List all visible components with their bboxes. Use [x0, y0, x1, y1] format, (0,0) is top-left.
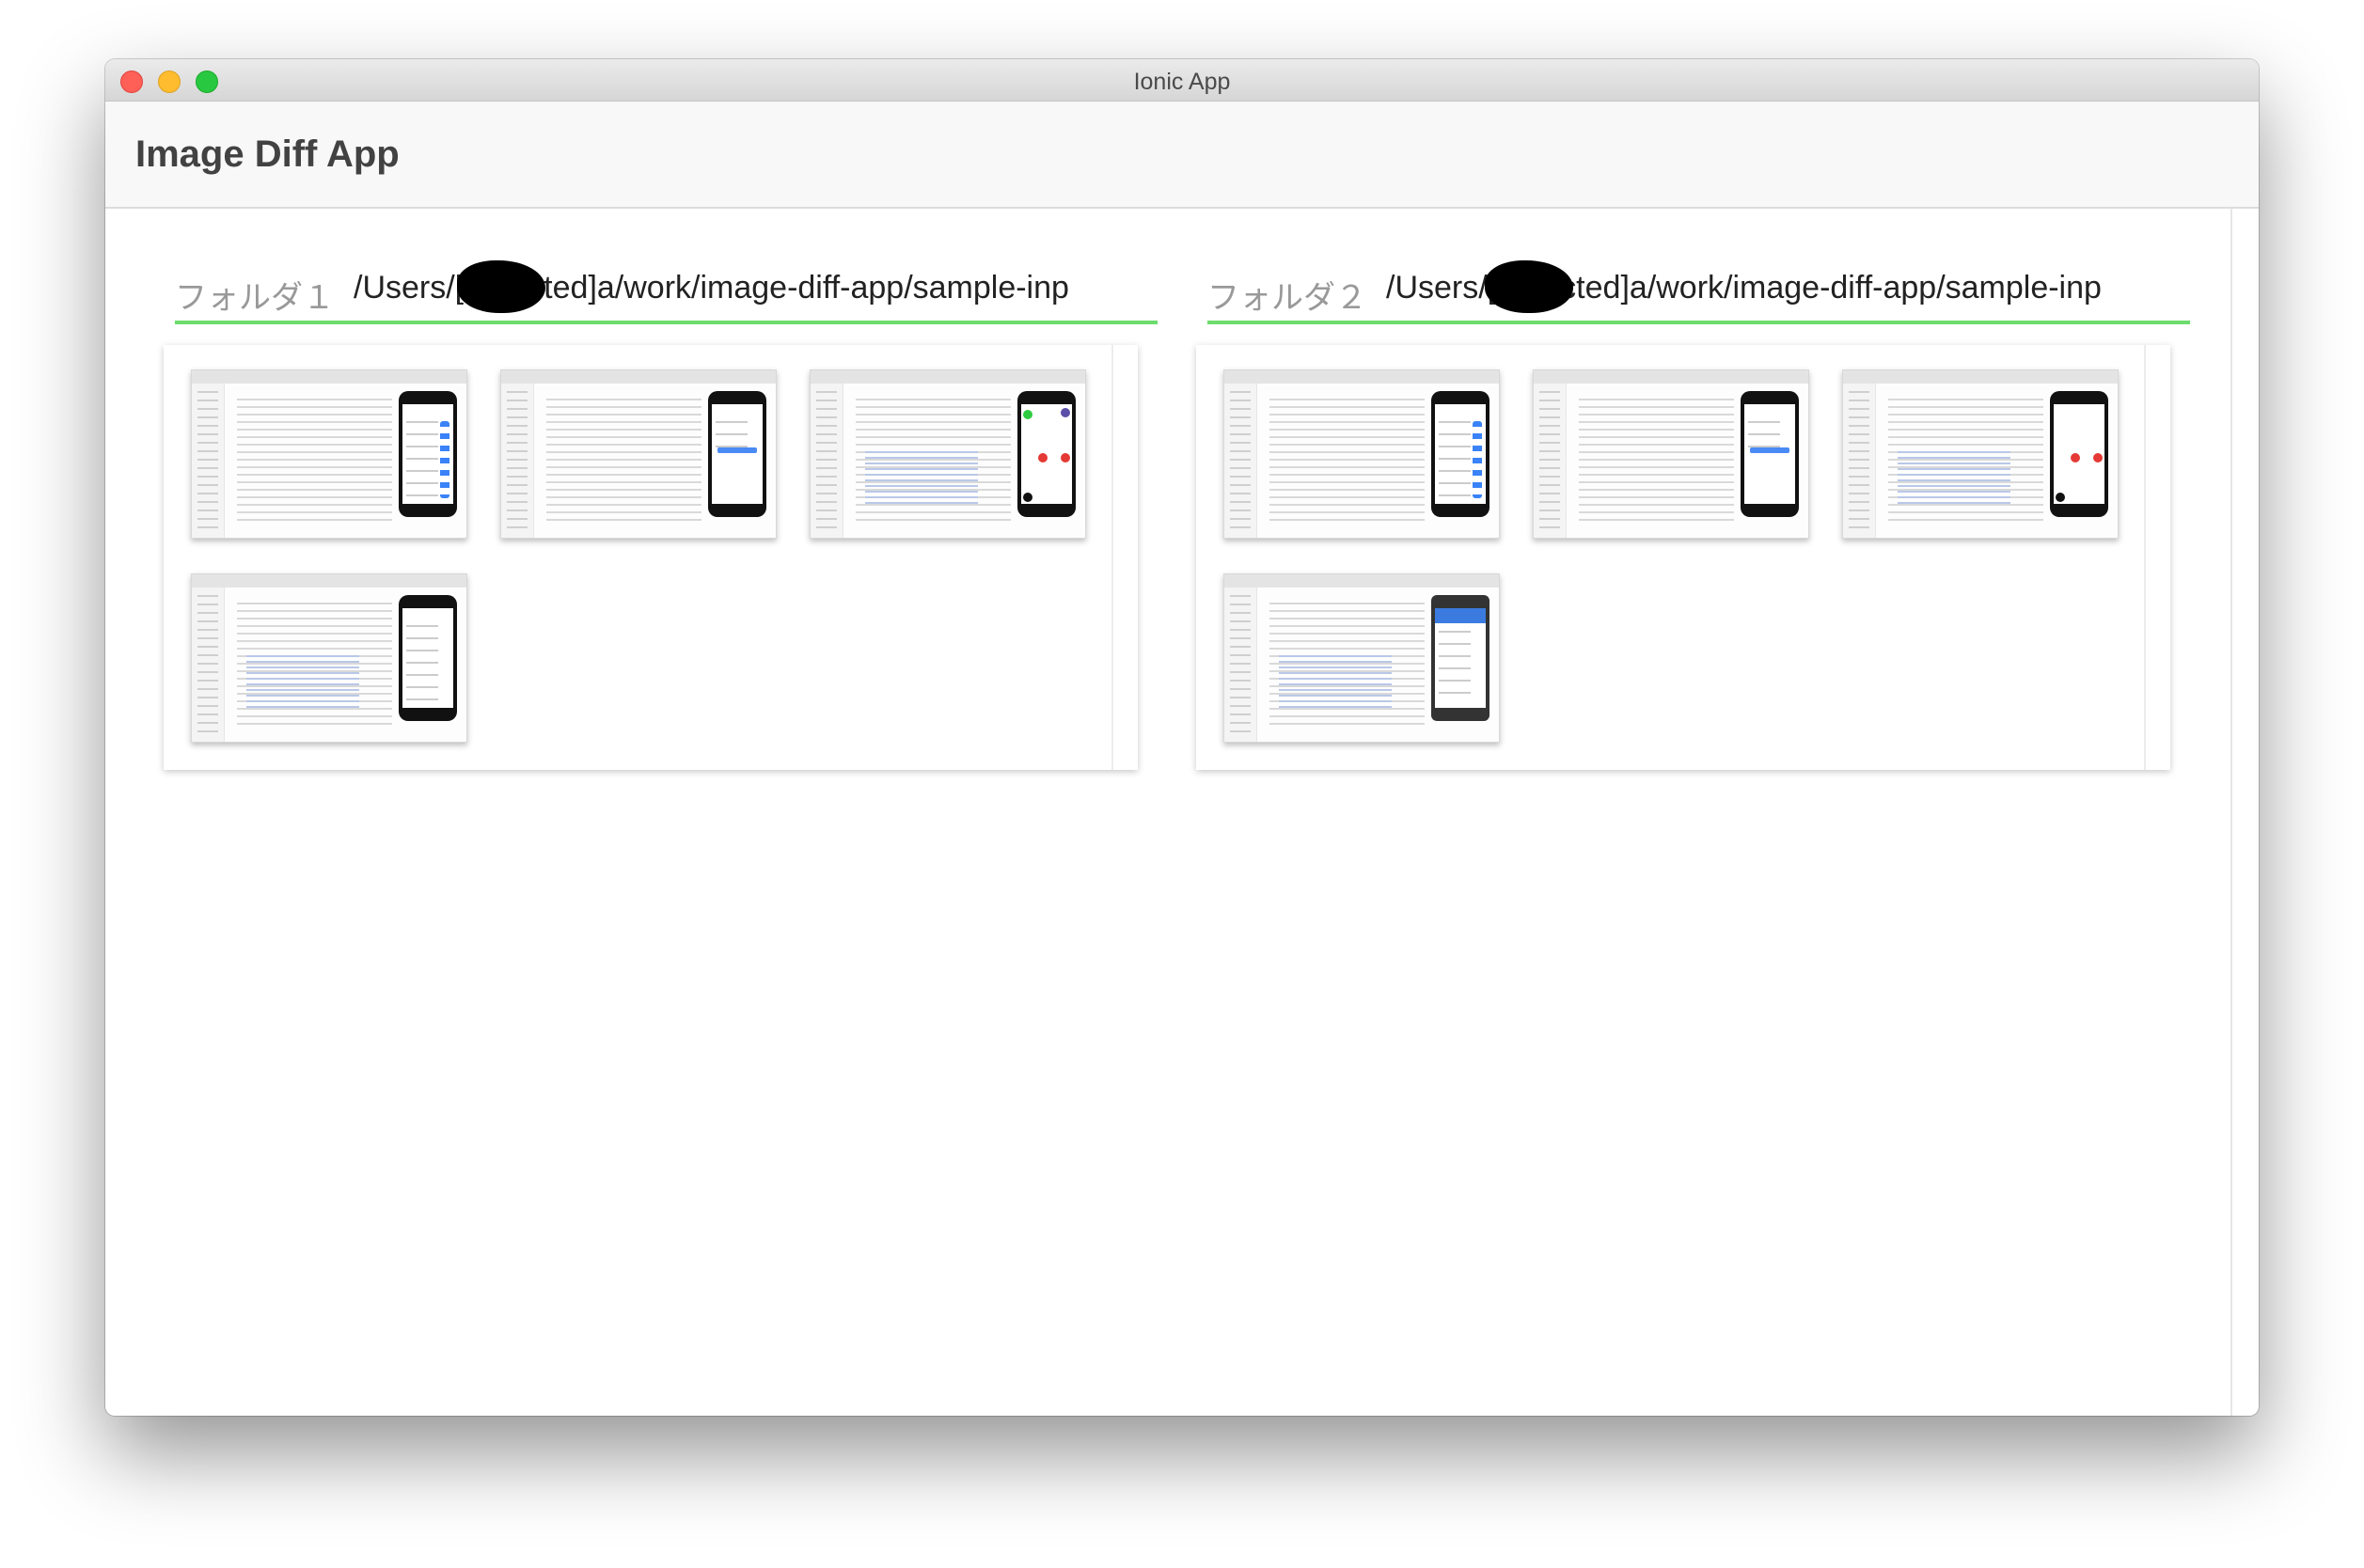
- inputs-doc-thumbnail: [708, 391, 766, 517]
- image-thumbnail[interactable]: [191, 573, 467, 743]
- folder-1-label: フォルダ１: [175, 280, 335, 316]
- image-thumbnail[interactable]: [500, 369, 777, 539]
- folder-1-input-underline: [175, 321, 1158, 324]
- grid-doc-android-thumbnail: [1431, 595, 1489, 721]
- folder-2-label: フォルダ２: [1207, 280, 1367, 316]
- image-thumbnail[interactable]: [1842, 369, 2119, 539]
- redaction-mark: [1485, 260, 1573, 313]
- image-thumbnail[interactable]: [1223, 573, 1500, 743]
- app-window: Ionic App Image Diff App フォルダ１ /Users/[r…: [105, 59, 2259, 1416]
- grid-doc-thumbnail: [399, 595, 457, 721]
- toggle-doc-thumbnail: [1431, 391, 1489, 517]
- content-scrollbar[interactable]: [2230, 208, 2232, 1416]
- image-thumbnail[interactable]: [191, 369, 467, 539]
- window-titlebar[interactable]: Ionic App: [105, 59, 2259, 102]
- redaction-mark: [457, 260, 545, 313]
- app-toolbar: Image Diff App: [105, 102, 2259, 209]
- image-thumbnail[interactable]: [810, 369, 1086, 539]
- folder-1-grid-scrollbar[interactable]: [1111, 345, 1113, 770]
- folder-1-image-grid: [164, 345, 1138, 770]
- page-title: Image Diff App: [135, 133, 400, 175]
- fab-doc-thumbnail: [2050, 391, 2108, 517]
- window-title: Ionic App: [1133, 69, 1231, 95]
- inputs-doc-thumbnail: [1741, 391, 1799, 517]
- folder-2-input-underline: [1207, 321, 2190, 324]
- main-content[interactable]: フォルダ１ /Users/[redacted]a/work/image-diff…: [105, 208, 2259, 1416]
- image-thumbnail[interactable]: [1223, 369, 1500, 539]
- image-thumbnail[interactable]: [1533, 369, 1809, 539]
- folder-2-grid-scrollbar[interactable]: [2144, 345, 2146, 770]
- fab-doc-thumbnail: [1017, 391, 1076, 517]
- folder-2-image-grid: [1196, 345, 2170, 770]
- toggle-doc-thumbnail: [399, 391, 457, 517]
